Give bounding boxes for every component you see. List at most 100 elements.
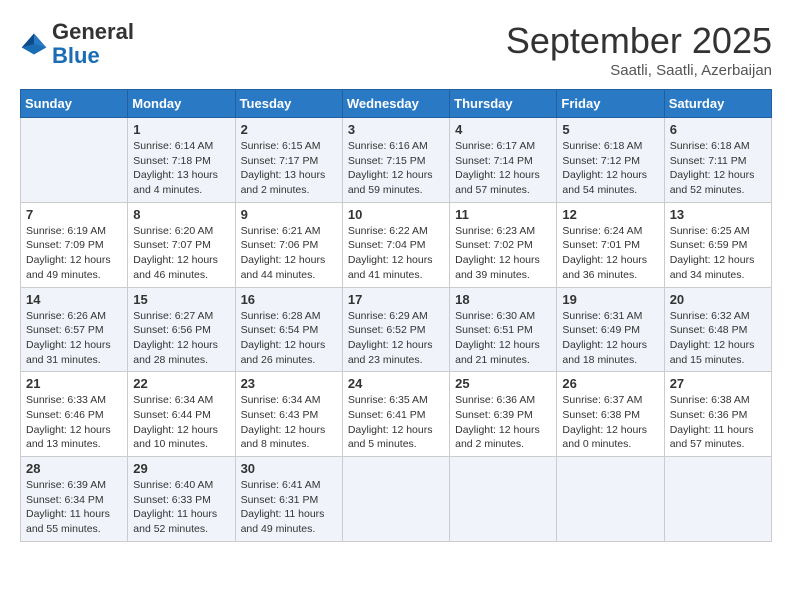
sunrise-text: Sunrise: 6:28 AM xyxy=(241,309,337,324)
day-info: Sunrise: 6:28 AMSunset: 6:54 PMDaylight:… xyxy=(241,309,337,368)
header-wednesday: Wednesday xyxy=(342,90,449,118)
day-number: 7 xyxy=(26,207,122,222)
daylight-text: Daylight: 11 hours and 57 minutes. xyxy=(670,423,766,452)
calendar-cell xyxy=(450,457,557,542)
day-info: Sunrise: 6:32 AMSunset: 6:48 PMDaylight:… xyxy=(670,309,766,368)
day-number: 25 xyxy=(455,376,551,391)
calendar-header-row: SundayMondayTuesdayWednesdayThursdayFrid… xyxy=(21,90,772,118)
day-number: 1 xyxy=(133,122,229,137)
daylight-text: Daylight: 13 hours and 2 minutes. xyxy=(241,168,337,197)
daylight-text: Daylight: 11 hours and 49 minutes. xyxy=(241,507,337,536)
daylight-text: Daylight: 12 hours and 13 minutes. xyxy=(26,423,122,452)
page-header: General Blue September 2025 Saatli, Saat… xyxy=(20,20,772,79)
calendar-cell: 16 Sunrise: 6:28 AMSunset: 6:54 PMDayligh… xyxy=(235,287,342,372)
header-monday: Monday xyxy=(128,90,235,118)
day-info: Sunrise: 6:39 AMSunset: 6:34 PMDaylight:… xyxy=(26,478,122,537)
calendar-cell: 19Sunrise: 6:31 AMSunset: 6:49 PMDayligh… xyxy=(557,287,664,372)
day-info: Sunrise: 6:22 AMSunset: 7:04 PMDaylight:… xyxy=(348,224,444,283)
daylight-text: Daylight: 11 hours and 52 minutes. xyxy=(133,507,229,536)
calendar-cell: 28 Sunrise: 6:39 AMSunset: 6:34 PMDayligh… xyxy=(21,457,128,542)
day-number: 13 xyxy=(670,207,766,222)
sunset-text: Sunset: 7:11 PM xyxy=(670,154,766,169)
daylight-text: Daylight: 12 hours and 36 minutes. xyxy=(562,253,658,282)
sunset-text: Sunset: 7:17 PM xyxy=(241,154,337,169)
calendar-cell: 5Sunrise: 6:18 AMSunset: 7:12 PMDaylight… xyxy=(557,118,664,203)
calendar-cell: 3Sunrise: 6:16 AMSunset: 7:15 PMDaylight… xyxy=(342,118,449,203)
day-number: 27 xyxy=(670,376,766,391)
day-info: Sunrise: 6:24 AMSunset: 7:01 PMDaylight:… xyxy=(562,224,658,283)
sunset-text: Sunset: 6:56 PM xyxy=(133,323,229,338)
sunset-text: Sunset: 6:44 PM xyxy=(133,408,229,423)
sunset-text: Sunset: 6:51 PM xyxy=(455,323,551,338)
sunrise-text: Sunrise: 6:21 AM xyxy=(241,224,337,239)
day-number: 11 xyxy=(455,207,551,222)
day-info: Sunrise: 6:21 AMSunset: 7:06 PMDaylight:… xyxy=(241,224,337,283)
calendar-cell: 27Sunrise: 6:38 AMSunset: 6:36 PMDayligh… xyxy=(664,372,771,457)
daylight-text: Daylight: 12 hours and 15 minutes. xyxy=(670,338,766,367)
calendar-cell xyxy=(664,457,771,542)
day-info: Sunrise: 6:17 AMSunset: 7:14 PMDaylight:… xyxy=(455,139,551,198)
sunrise-text: Sunrise: 6:24 AM xyxy=(562,224,658,239)
day-info: Sunrise: 6:19 AMSunset: 7:09 PMDaylight:… xyxy=(26,224,122,283)
sunrise-text: Sunrise: 6:34 AM xyxy=(241,393,337,408)
calendar-cell: 11 Sunrise: 6:23 AMSunset: 7:02 PMDayligh… xyxy=(450,202,557,287)
sunset-text: Sunset: 7:09 PM xyxy=(26,238,122,253)
daylight-text: Daylight: 12 hours and 34 minutes. xyxy=(670,253,766,282)
sunrise-text: Sunrise: 6:30 AM xyxy=(455,309,551,324)
sunset-text: Sunset: 7:14 PM xyxy=(455,154,551,169)
calendar-cell: 13Sunrise: 6:25 AMSunset: 6:59 PMDayligh… xyxy=(664,202,771,287)
daylight-text: Daylight: 12 hours and 26 minutes. xyxy=(241,338,337,367)
calendar-week-row: 1 Sunrise: 6:14 AMSunset: 7:18 PMDaylight… xyxy=(21,118,772,203)
title-block: September 2025 Saatli, Saatli, Azerbaija… xyxy=(506,20,772,79)
day-info: Sunrise: 6:16 AMSunset: 7:15 PMDaylight:… xyxy=(348,139,444,198)
daylight-text: Daylight: 12 hours and 2 minutes. xyxy=(455,423,551,452)
sunset-text: Sunset: 6:34 PM xyxy=(26,493,122,508)
calendar-week-row: 14Sunrise: 6:26 AMSunset: 6:57 PMDayligh… xyxy=(21,287,772,372)
sunset-text: Sunset: 6:57 PM xyxy=(26,323,122,338)
sunrise-text: Sunrise: 6:16 AM xyxy=(348,139,444,154)
day-info: Sunrise: 6:33 AMSunset: 6:46 PMDaylight:… xyxy=(26,393,122,452)
day-number: 6 xyxy=(670,122,766,137)
calendar-cell xyxy=(342,457,449,542)
day-info: Sunrise: 6:35 AMSunset: 6:41 PMDaylight:… xyxy=(348,393,444,452)
daylight-text: Daylight: 12 hours and 46 minutes. xyxy=(133,253,229,282)
sunrise-text: Sunrise: 6:36 AM xyxy=(455,393,551,408)
calendar-cell: 6Sunrise: 6:18 AMSunset: 7:11 PMDaylight… xyxy=(664,118,771,203)
calendar-cell: 15Sunrise: 6:27 AMSunset: 6:56 PMDayligh… xyxy=(128,287,235,372)
calendar-cell xyxy=(557,457,664,542)
sunrise-text: Sunrise: 6:18 AM xyxy=(562,139,658,154)
sunset-text: Sunset: 6:33 PM xyxy=(133,493,229,508)
day-number: 28 xyxy=(26,461,122,476)
day-number: 24 xyxy=(348,376,444,391)
day-number: 8 xyxy=(133,207,229,222)
day-number: 22 xyxy=(133,376,229,391)
month-title: September 2025 xyxy=(506,20,772,62)
sunrise-text: Sunrise: 6:25 AM xyxy=(670,224,766,239)
calendar-cell: 20Sunrise: 6:32 AMSunset: 6:48 PMDayligh… xyxy=(664,287,771,372)
day-info: Sunrise: 6:34 AMSunset: 6:44 PMDaylight:… xyxy=(133,393,229,452)
daylight-text: Daylight: 12 hours and 8 minutes. xyxy=(241,423,337,452)
daylight-text: Daylight: 12 hours and 21 minutes. xyxy=(455,338,551,367)
daylight-text: Daylight: 12 hours and 39 minutes. xyxy=(455,253,551,282)
day-number: 23 xyxy=(241,376,337,391)
calendar-cell: 24 Sunrise: 6:35 AMSunset: 6:41 PMDayligh… xyxy=(342,372,449,457)
sunset-text: Sunset: 6:38 PM xyxy=(562,408,658,423)
day-number: 21 xyxy=(26,376,122,391)
calendar-week-row: 21 Sunrise: 6:33 AMSunset: 6:46 PMDayligh… xyxy=(21,372,772,457)
logo-general: General xyxy=(52,20,134,44)
day-info: Sunrise: 6:37 AMSunset: 6:38 PMDaylight:… xyxy=(562,393,658,452)
sunset-text: Sunset: 7:01 PM xyxy=(562,238,658,253)
day-info: Sunrise: 6:34 AMSunset: 6:43 PMDaylight:… xyxy=(241,393,337,452)
calendar-cell: 30Sunrise: 6:41 AMSunset: 6:31 PMDayligh… xyxy=(235,457,342,542)
day-info: Sunrise: 6:14 AMSunset: 7:18 PMDaylight:… xyxy=(133,139,229,198)
daylight-text: Daylight: 12 hours and 54 minutes. xyxy=(562,168,658,197)
sunset-text: Sunset: 7:18 PM xyxy=(133,154,229,169)
day-info: Sunrise: 6:23 AMSunset: 7:02 PMDaylight:… xyxy=(455,224,551,283)
daylight-text: Daylight: 12 hours and 23 minutes. xyxy=(348,338,444,367)
sunrise-text: Sunrise: 6:27 AM xyxy=(133,309,229,324)
daylight-text: Daylight: 12 hours and 49 minutes. xyxy=(26,253,122,282)
day-info: Sunrise: 6:36 AMSunset: 6:39 PMDaylight:… xyxy=(455,393,551,452)
day-number: 26 xyxy=(562,376,658,391)
logo-text: General Blue xyxy=(52,20,134,68)
day-number: 16 xyxy=(241,292,337,307)
